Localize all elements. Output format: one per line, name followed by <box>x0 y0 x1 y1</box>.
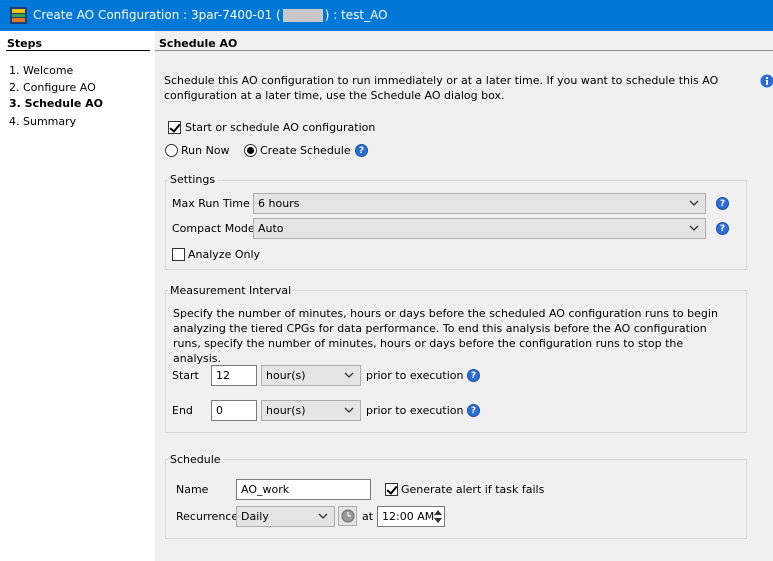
max-run-time-value: 6 hours <box>258 197 300 210</box>
schedule-group-title: Schedule <box>168 453 223 466</box>
end-label: End <box>172 404 193 417</box>
start-prior-label: prior to execution <box>366 369 464 382</box>
window-title-prefix: Create AO Configuration : 3par-7400-01 ( <box>33 8 281 22</box>
create-schedule-help-icon[interactable]: ? <box>355 144 368 157</box>
clock-icon <box>341 509 355 523</box>
start-schedule-label: Start or schedule AO configuration <box>185 121 376 134</box>
step-summary: 4. Summary <box>9 115 77 128</box>
end-value-input[interactable]: 0 <box>211 400 257 421</box>
recurrence-select[interactable]: Daily <box>236 506 335 527</box>
name-label: Name <box>176 483 209 496</box>
start-value-text: 12 <box>216 369 230 382</box>
steps-divider <box>6 50 150 51</box>
schedule-name-input[interactable]: AO_work <box>236 479 371 500</box>
title-bar: Create AO Configuration : 3par-7400-01 (… <box>0 0 773 31</box>
chevron-down-icon <box>689 200 699 206</box>
recurrence-value: Daily <box>241 510 269 523</box>
start-value-input[interactable]: 12 <box>211 365 257 386</box>
chevron-down-icon <box>344 372 354 378</box>
time-value: 12:00 AM <box>382 510 435 523</box>
measurement-interval-title: Measurement Interval <box>168 284 294 297</box>
page-title: Schedule AO <box>159 37 238 50</box>
end-value-text: 0 <box>216 404 223 417</box>
schedule-name-value: AO_work <box>241 483 290 496</box>
redacted-block <box>282 8 323 22</box>
measurement-description: Specify the number of minutes, hours or … <box>173 307 718 365</box>
steps-panel: Steps 1. Welcome 2. Configure AO 3. Sche… <box>0 31 155 561</box>
generate-alert-label: Generate alert if task fails <box>401 483 545 496</box>
end-prior-label: prior to execution <box>366 404 464 417</box>
step-configure-ao: 2. Configure AO <box>9 81 96 94</box>
steps-heading: Steps <box>7 37 43 50</box>
chevron-down-icon <box>318 513 328 519</box>
analyze-only-checkbox[interactable] <box>172 248 185 261</box>
compact-mode-select[interactable]: Auto <box>253 218 706 239</box>
app-icon <box>10 7 27 24</box>
step-schedule-ao: 3. Schedule AO <box>9 97 104 110</box>
settings-group-title: Settings <box>168 173 218 186</box>
start-help-icon[interactable]: ? <box>467 369 480 382</box>
heading-divider <box>155 50 773 51</box>
info-icon[interactable] <box>760 74 773 88</box>
clock-button[interactable] <box>338 506 357 526</box>
time-spinner[interactable]: 12:00 AM <box>377 506 445 527</box>
analyze-only-label: Analyze Only <box>188 248 261 261</box>
run-now-label: Run Now <box>181 144 230 157</box>
compact-mode-label: Compact Mode <box>172 222 255 235</box>
start-unit-select[interactable]: hour(s) <box>261 365 361 386</box>
recurrence-label: Recurrence <box>176 510 239 523</box>
generate-alert-checkbox[interactable] <box>385 483 398 496</box>
end-help-icon[interactable]: ? <box>467 404 480 417</box>
compact-mode-help-icon[interactable]: ? <box>716 222 729 235</box>
start-label: Start <box>172 369 199 382</box>
window-title-suffix: ) : test_AO <box>324 8 388 22</box>
max-run-time-label: Max Run Time <box>172 197 250 210</box>
window-title: Create AO Configuration : 3par-7400-01 (… <box>33 8 388 22</box>
chevron-down-icon <box>344 407 354 413</box>
at-label: at <box>362 510 374 523</box>
start-schedule-checkbox[interactable] <box>168 121 181 134</box>
step-welcome: 1. Welcome <box>9 64 74 77</box>
chevron-down-icon <box>689 225 699 231</box>
end-unit-value: hour(s) <box>266 404 306 417</box>
run-now-radio[interactable] <box>165 144 178 157</box>
intro-text: Schedule this AO configuration to run im… <box>164 74 719 102</box>
create-schedule-label: Create Schedule <box>260 144 351 157</box>
start-unit-value: hour(s) <box>266 369 306 382</box>
max-run-time-help-icon[interactable]: ? <box>716 197 729 210</box>
create-schedule-radio[interactable] <box>244 144 257 157</box>
spinner-arrows-icon[interactable] <box>434 509 442 524</box>
max-run-time-select[interactable]: 6 hours <box>253 193 706 214</box>
end-unit-select[interactable]: hour(s) <box>261 400 361 421</box>
compact-mode-value: Auto <box>258 222 284 235</box>
